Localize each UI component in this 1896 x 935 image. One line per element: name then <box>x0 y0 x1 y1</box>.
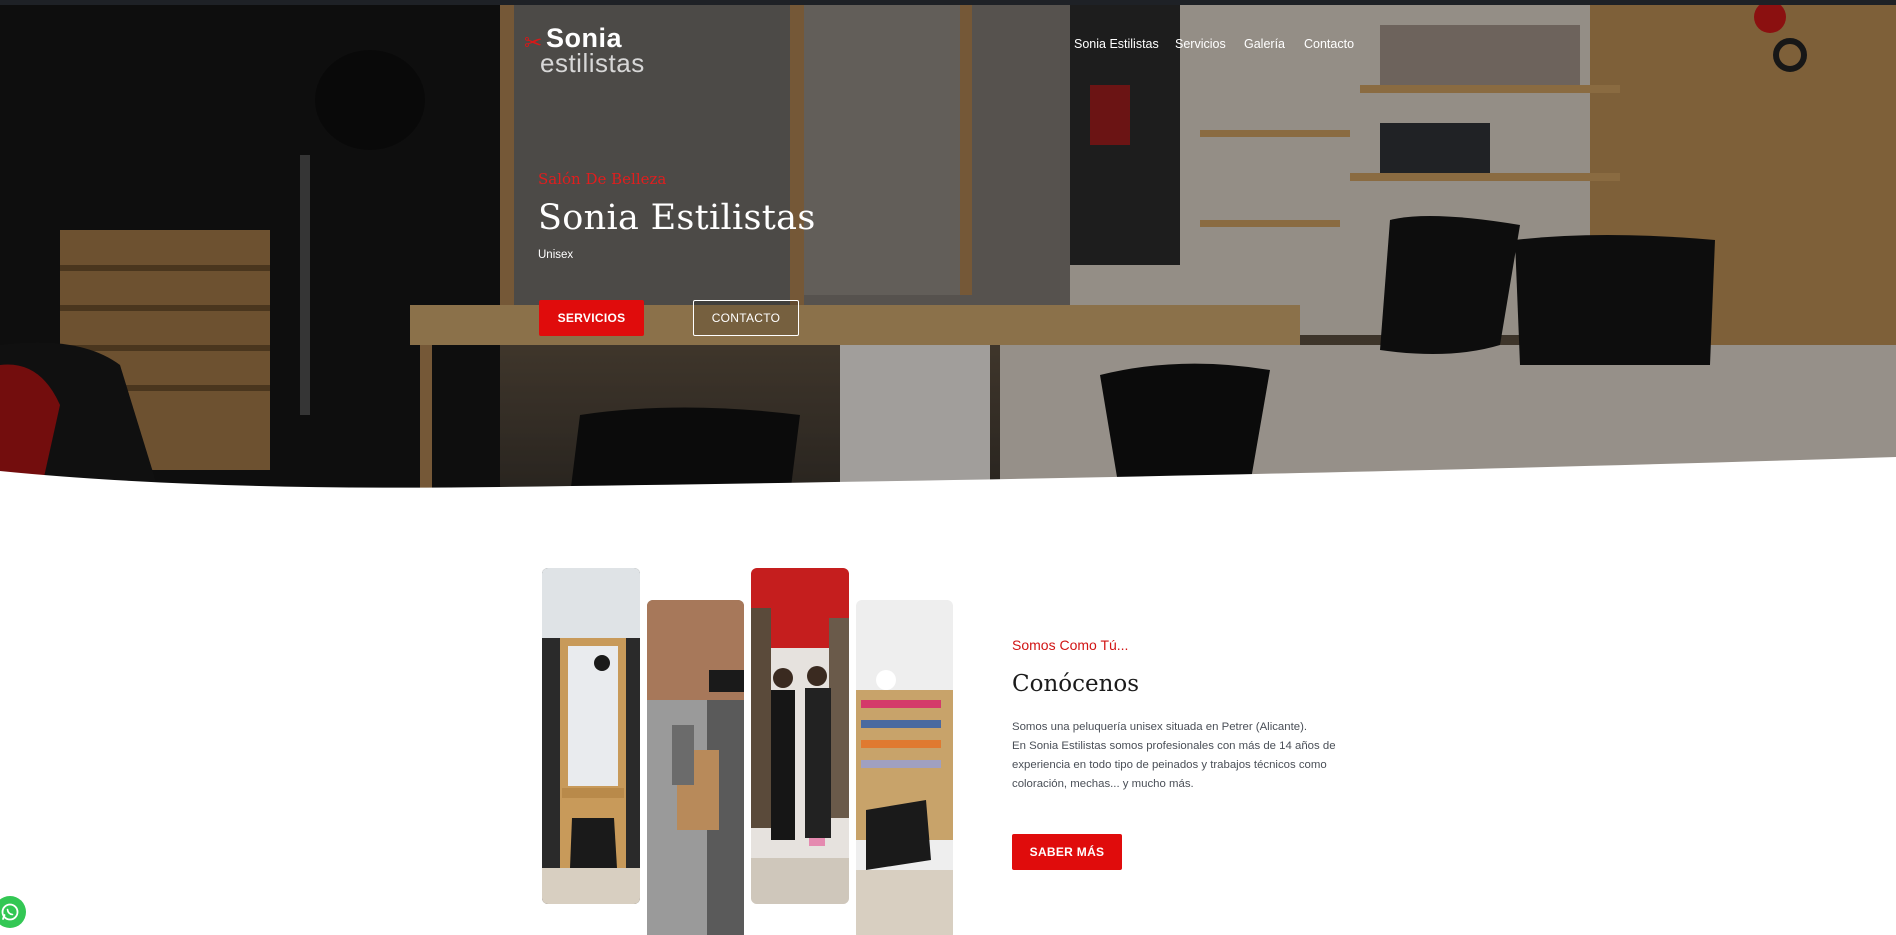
servicios-button[interactable]: SERVICIOS <box>539 300 644 336</box>
hero-title: Sonia Estilistas <box>538 198 816 238</box>
nav-item-galeria[interactable]: Galería <box>1244 37 1285 51</box>
logo-line-2: estilistas <box>540 48 645 78</box>
hero-dark-overlay <box>0 5 1896 495</box>
nav-item-contacto[interactable]: Contacto <box>1304 37 1354 51</box>
hero-bottom-wave <box>0 457 1896 495</box>
gallery-photo-facade <box>647 600 744 935</box>
gallery-photo-shop <box>856 600 953 935</box>
browser-top-strip <box>0 0 1896 5</box>
saber-mas-button[interactable]: SABER MÁS <box>1012 834 1122 870</box>
about-paragraph-1: Somos una peluquería unisex situada en P… <box>1012 721 1308 733</box>
about-description: Somos una peluquería unisex situada en P… <box>1012 718 1352 794</box>
whatsapp-icon <box>1 903 19 921</box>
contacto-button[interactable]: CONTACTO <box>693 300 799 336</box>
about-title: Conócenos <box>1012 671 1140 697</box>
whatsapp-button[interactable] <box>0 896 26 928</box>
about-subtitle: Somos Como Tú... <box>1012 637 1129 653</box>
hero-section: ✂ Sonia estilistas Sonia Estilistas Serv… <box>0 5 1896 495</box>
nav-item-sonia-estilistas[interactable]: Sonia Estilistas <box>1074 37 1159 51</box>
site-logo[interactable]: ✂ Sonia estilistas <box>524 19 644 77</box>
about-paragraph-2: En Sonia Estilistas somos profesionales … <box>1012 740 1336 790</box>
nav-item-servicios[interactable]: Servicios <box>1175 37 1226 51</box>
gallery-photo-staff <box>751 568 849 904</box>
gallery-photo-salon-station <box>542 568 640 904</box>
hero-subtitle: Salón De Belleza <box>538 170 667 188</box>
hero-tagline: Unisex <box>538 249 574 261</box>
